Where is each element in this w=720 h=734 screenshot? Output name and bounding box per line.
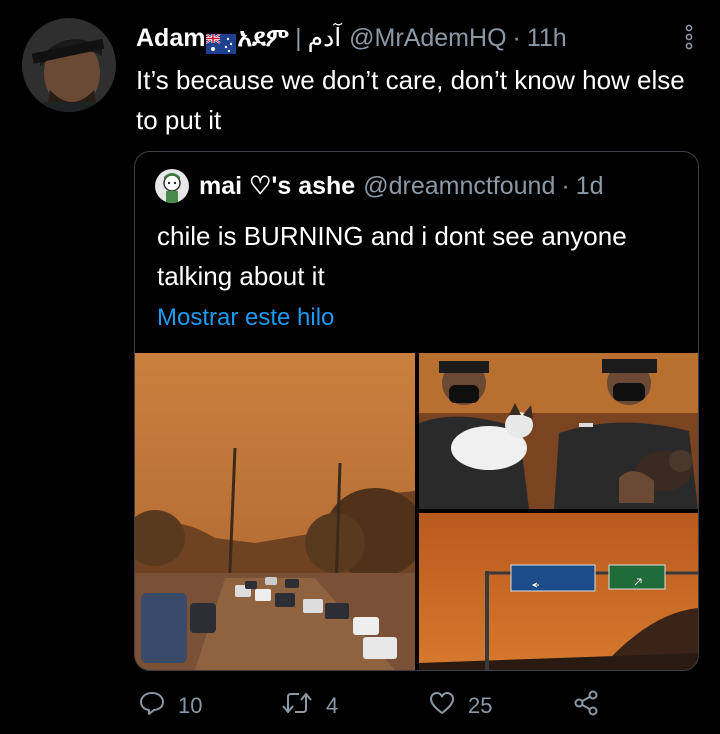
dot-separator: ·: [512, 24, 521, 52]
tweet-text: It’s because we don’t care, don’t know h…: [136, 65, 685, 135]
reply-count: 10: [178, 693, 203, 718]
dot-separator: ·: [561, 171, 570, 200]
quoted-tweet-time[interactable]: 1d: [576, 172, 604, 201]
retweet-icon: [280, 689, 326, 723]
like-button[interactable]: 25: [428, 684, 492, 728]
quoted-tweet-header: mai ♡'s ashe @dreamnctfound · 1d: [155, 168, 604, 204]
quoted-tweet-card[interactable]: mai ♡'s ashe @dreamnctfound · 1d chile i…: [134, 151, 699, 671]
share-button[interactable]: [572, 684, 612, 728]
tweet-action-bar: 10 4 25: [0, 684, 720, 728]
tweet-time[interactable]: 11h: [527, 20, 567, 56]
heart-icon: [428, 689, 468, 723]
retweet-button[interactable]: 4: [280, 684, 338, 728]
author-avatar[interactable]: [22, 18, 116, 112]
australia-flag-icon: [205, 28, 237, 54]
author-name-arabic[interactable]: آدم: [308, 20, 342, 56]
reply-button[interactable]: 10: [138, 684, 202, 728]
photo-traffic-haze[interactable]: [135, 353, 415, 670]
show-thread-link[interactable]: Mostrar este hilo: [157, 304, 334, 332]
photo-highway-signs[interactable]: [419, 513, 698, 670]
quoted-tweet-text: chile is BURNING and i dont see anyone t…: [157, 221, 627, 291]
photo-officers-dogs[interactable]: [419, 353, 698, 509]
quoted-author-handle[interactable]: @dreamnctfound: [363, 172, 555, 201]
name-separator: |: [295, 24, 302, 52]
quoted-author-avatar[interactable]: [155, 169, 189, 203]
more-options-icon[interactable]: [684, 24, 694, 50]
media-grid: [135, 353, 698, 670]
share-icon: [572, 689, 612, 723]
retweet-count: 4: [326, 693, 339, 718]
author-name[interactable]: Adam: [136, 20, 205, 56]
author-name-ext[interactable]: አደም: [237, 20, 289, 56]
author-handle[interactable]: @MrAdemHQ: [349, 20, 506, 56]
like-count: 25: [468, 693, 493, 718]
reply-icon: [138, 689, 178, 723]
tweet-header: Adam አደም | آدم @MrAdemHQ · 11h: [136, 20, 706, 56]
quoted-author-name[interactable]: mai ♡'s ashe: [199, 171, 355, 201]
